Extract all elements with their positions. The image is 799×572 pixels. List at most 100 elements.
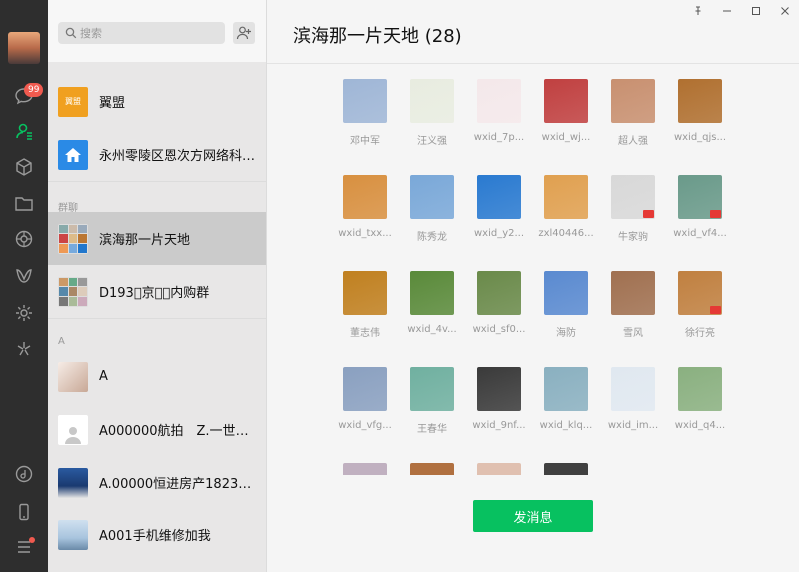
member-item[interactable]: wxid_y2... [466, 175, 532, 239]
member-item-partial[interactable] [399, 463, 465, 475]
list-item[interactable]: A.00000恒进房产182361… [48, 456, 266, 509]
group-detail-panel: 滨海那一片天地 (28) 邓中军 汪义强 wxid_7p... wxid_wj... 超… [267, 0, 799, 572]
unread-badge: 99 [24, 83, 44, 97]
contact-avatar: 翼盟 [58, 86, 88, 117]
member-item[interactable]: wxid_vf4... [667, 175, 733, 239]
channels-icon[interactable] [0, 258, 48, 294]
member-avatar [410, 79, 454, 123]
member-avatar [477, 367, 521, 411]
member-name: wxid_txx... [338, 228, 392, 239]
member-name: 汪义强 [417, 136, 447, 147]
member-avatar [544, 79, 588, 123]
member-item[interactable]: 邓中军 [332, 79, 398, 147]
member-name: 董志伟 [350, 328, 380, 339]
member-name: wxid_vf4... [673, 228, 727, 239]
member-name: 邓中军 [350, 136, 380, 147]
favorites-icon[interactable] [0, 149, 48, 185]
member-item[interactable]: wxid_klq... [533, 367, 599, 431]
member-name: wxid_wj... [541, 132, 591, 143]
member-name: 王春华 [417, 424, 447, 435]
minimize-icon[interactable] [712, 0, 741, 22]
contact-name: A000000航拍 Z.一世追随 [99, 424, 259, 439]
member-item[interactable]: wxid_vfg... [332, 367, 398, 431]
home-icon [65, 147, 81, 162]
group-name: 滨海那一片天地 [99, 233, 191, 248]
member-item[interactable]: 陈秀龙 [399, 175, 465, 243]
member-item[interactable]: wxid_qjs... [667, 79, 733, 143]
member-item[interactable]: 董志伟 [332, 271, 398, 339]
member-item[interactable]: 雪风 [600, 271, 666, 339]
contact-name: A001手机维修加我 [99, 529, 211, 544]
search-box[interactable] [58, 22, 225, 44]
member-item[interactable]: 海防 [533, 271, 599, 339]
pin-icon[interactable] [683, 0, 712, 22]
add-contact-button[interactable] [233, 22, 255, 44]
search-discover-icon[interactable] [0, 331, 48, 367]
member-avatar [343, 367, 387, 411]
list-item[interactable]: 永州零陵区恩次方网络科… [48, 128, 266, 181]
contact-avatar [58, 467, 88, 498]
member-item[interactable]: 牛家驹 [600, 175, 666, 243]
maximize-icon[interactable] [741, 0, 770, 22]
member-name: wxid_klq... [539, 420, 593, 431]
flag-icon [643, 210, 654, 218]
list-item[interactable]: A [48, 350, 266, 403]
member-item[interactable]: wxid_7p... [466, 79, 532, 143]
member-item[interactable]: 汪义强 [399, 79, 465, 147]
member-name: wxid_vfg... [338, 420, 392, 431]
member-item-partial[interactable] [533, 463, 599, 475]
member-name: wxid_7p... [473, 132, 525, 143]
list-item[interactable]: A001手机维修加我 [48, 508, 266, 561]
member-item[interactable]: wxid_txx... [332, 175, 398, 239]
member-name: 超人强 [618, 136, 648, 147]
send-message-button[interactable]: 发消息 [473, 500, 593, 532]
member-avatar [611, 367, 655, 411]
member-avatar [343, 463, 387, 475]
contact-list: 翼盟 翼盟 永州零陵区恩次方网络科… 群聊 滨海那一片天地 D193🏾京东🏾内购… [48, 0, 267, 572]
flag-icon [710, 210, 721, 218]
member-item-partial[interactable] [466, 463, 532, 475]
list-item-group[interactable]: D193🏾京东🏾内购群 [48, 265, 266, 318]
member-name: wxid_qjs... [673, 132, 727, 143]
add-user-icon [236, 26, 251, 40]
member-item[interactable]: wxid_im... [600, 367, 666, 431]
music-icon[interactable] [0, 456, 48, 492]
member-avatar [544, 175, 588, 219]
member-item[interactable]: wxid_4v... [399, 271, 465, 335]
member-item[interactable]: wxid_9nf... [466, 367, 532, 431]
files-icon[interactable] [0, 185, 48, 221]
contact-avatar [58, 361, 88, 392]
member-item[interactable]: 超人强 [600, 79, 666, 147]
member-item[interactable]: 王春华 [399, 367, 465, 435]
flag-icon [710, 306, 721, 314]
list-item[interactable]: 翼盟 翼盟 [48, 75, 266, 128]
member-avatar [343, 271, 387, 315]
list-item[interactable]: A000000航拍 Z.一世追随 [48, 403, 266, 456]
chat-icon[interactable] [0, 78, 48, 114]
member-avatar [544, 367, 588, 411]
member-avatar [410, 175, 454, 219]
member-avatar [410, 271, 454, 315]
user-avatar[interactable] [8, 32, 40, 64]
close-icon[interactable] [770, 0, 799, 22]
menu-icon[interactable] [0, 529, 48, 565]
member-item[interactable]: 徐行亮 [667, 271, 733, 339]
search-input[interactable] [80, 25, 220, 41]
member-item[interactable]: zxl40446... [533, 175, 599, 239]
contact-avatar [58, 414, 88, 445]
member-name: 雪风 [623, 328, 643, 339]
moments-icon[interactable] [0, 221, 48, 257]
list-item-group-active[interactable]: 滨海那一片天地 [48, 212, 266, 265]
member-item[interactable]: wxid_sf0... [466, 271, 532, 335]
search-bar [48, 0, 266, 62]
mini-programs-icon[interactable] [0, 295, 48, 331]
divider [48, 181, 266, 182]
member-name: 陈秀龙 [417, 232, 447, 243]
member-item[interactable]: wxid_wj... [533, 79, 599, 143]
member-item[interactable]: wxid_q4... [667, 367, 733, 431]
contacts-icon[interactable] [0, 113, 48, 149]
member-name: wxid_y2... [473, 228, 525, 239]
phone-icon[interactable] [0, 494, 48, 530]
member-name: wxid_im... [607, 420, 659, 431]
member-item-partial[interactable] [332, 463, 398, 475]
